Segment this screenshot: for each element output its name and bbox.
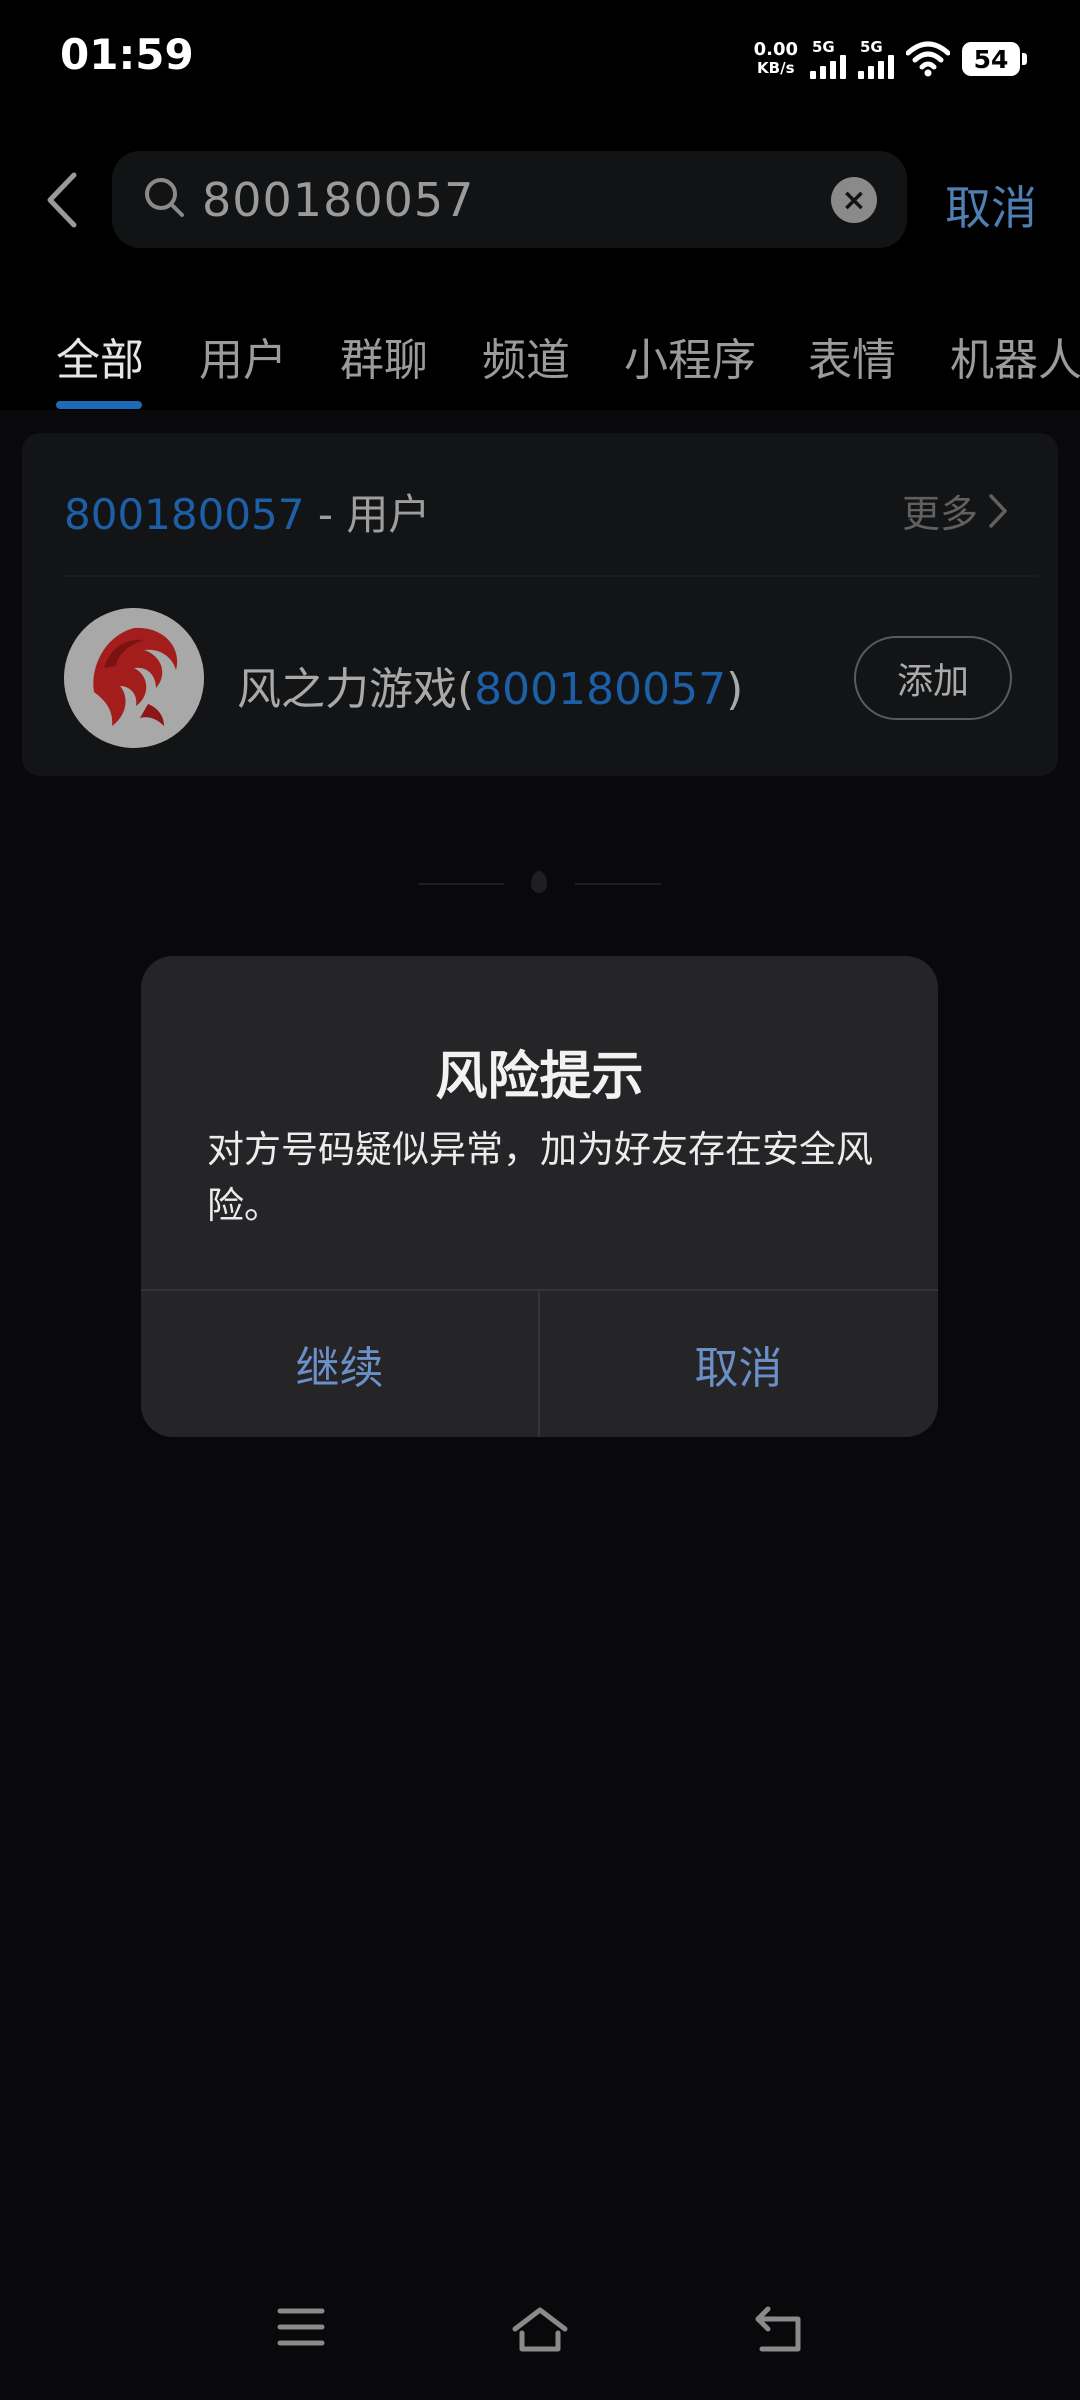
dialog-cancel-button[interactable]: 取消 — [540, 1291, 937, 1437]
risk-dialog: 风险提示 对方号码疑似异常，加为好友存在安全风险。 继续 取消 — [141, 956, 938, 1437]
avatar[interactable] — [64, 608, 204, 748]
add-button[interactable]: 添加 — [854, 636, 1012, 720]
chevron-right-icon — [989, 493, 1007, 528]
net-speed: 0.00 KB/s — [754, 40, 798, 78]
continue-button[interactable]: 继续 — [141, 1291, 538, 1437]
dialog-message: 对方号码疑似异常，加为好友存在安全风险。 — [207, 1128, 873, 1227]
dialog-title: 风险提示 — [435, 1047, 644, 1107]
clear-icon[interactable]: × — [831, 177, 877, 223]
status-bar: 01:59 0.00 KB/s 5G 5G 54 — [0, 0, 1080, 115]
back-icon[interactable] — [754, 2305, 808, 2355]
signal-sim2-icon: 5G — [858, 37, 894, 79]
system-nav-bar — [0, 2290, 1080, 2380]
more-label: 更多 — [901, 492, 978, 536]
result-name-suffix: ) — [726, 664, 744, 715]
tab-users[interactable]: 用户 — [199, 324, 287, 388]
end-divider-left — [418, 883, 504, 885]
home-icon[interactable] — [510, 2305, 570, 2355]
wifi-icon — [906, 41, 950, 77]
tab-mini-programs[interactable]: 小程序 — [624, 324, 756, 388]
net-speed-unit: KB/s — [757, 59, 795, 77]
tab-active-indicator — [56, 401, 142, 409]
result-name-id: 800180057 — [474, 664, 727, 715]
tab-all[interactable]: 全部 — [56, 324, 144, 388]
tab-groups[interactable]: 群聊 — [340, 324, 428, 388]
back-arrow-icon[interactable] — [38, 165, 88, 235]
card-divider — [64, 575, 1038, 577]
search-cancel-button[interactable]: 取消 — [945, 172, 1037, 238]
sim1-label: 5G — [812, 37, 835, 56]
tab-stickers[interactable]: 表情 — [808, 324, 896, 388]
signal-sim1-icon: 5G — [810, 37, 846, 79]
search-box[interactable]: 800180057 × — [112, 151, 907, 248]
battery-level: 54 — [973, 44, 1009, 74]
phoenix-logo-icon — [64, 608, 204, 748]
end-divider-icon — [531, 871, 547, 893]
sim2-label: 5G — [860, 37, 883, 56]
result-category: - 用户 — [304, 490, 431, 539]
result-name-text: 风之力游戏( — [237, 664, 475, 715]
result-query-highlight: 800180057 — [64, 490, 305, 539]
status-time: 01:59 — [60, 30, 194, 79]
more-link[interactable]: 更多 — [902, 483, 1008, 538]
result-card: 800180057 - 用户 更多 风之力游戏(800180057) 添加 — [22, 433, 1058, 776]
search-input[interactable]: 800180057 — [202, 173, 474, 227]
status-icons: 0.00 KB/s 5G 5G 54 — [754, 34, 1027, 84]
net-speed-value: 0.00 — [753, 39, 798, 60]
result-name[interactable]: 风之力游戏(800180057) — [237, 653, 743, 717]
end-divider-right — [575, 883, 661, 885]
tab-channels[interactable]: 频道 — [482, 324, 570, 388]
page: 01:59 0.00 KB/s 5G 5G 54 800180057 × 取消 … — [0, 0, 1080, 2400]
result-section-header: 800180057 - 用户 — [64, 481, 430, 542]
menu-icon[interactable] — [277, 2305, 325, 2349]
tab-bots[interactable]: 机器人 — [950, 324, 1080, 388]
category-tabs: 全部 用户 群聊 频道 小程序 表情 机器人 — [0, 310, 1080, 410]
search-icon — [145, 178, 184, 217]
battery-icon: 54 — [962, 42, 1027, 76]
